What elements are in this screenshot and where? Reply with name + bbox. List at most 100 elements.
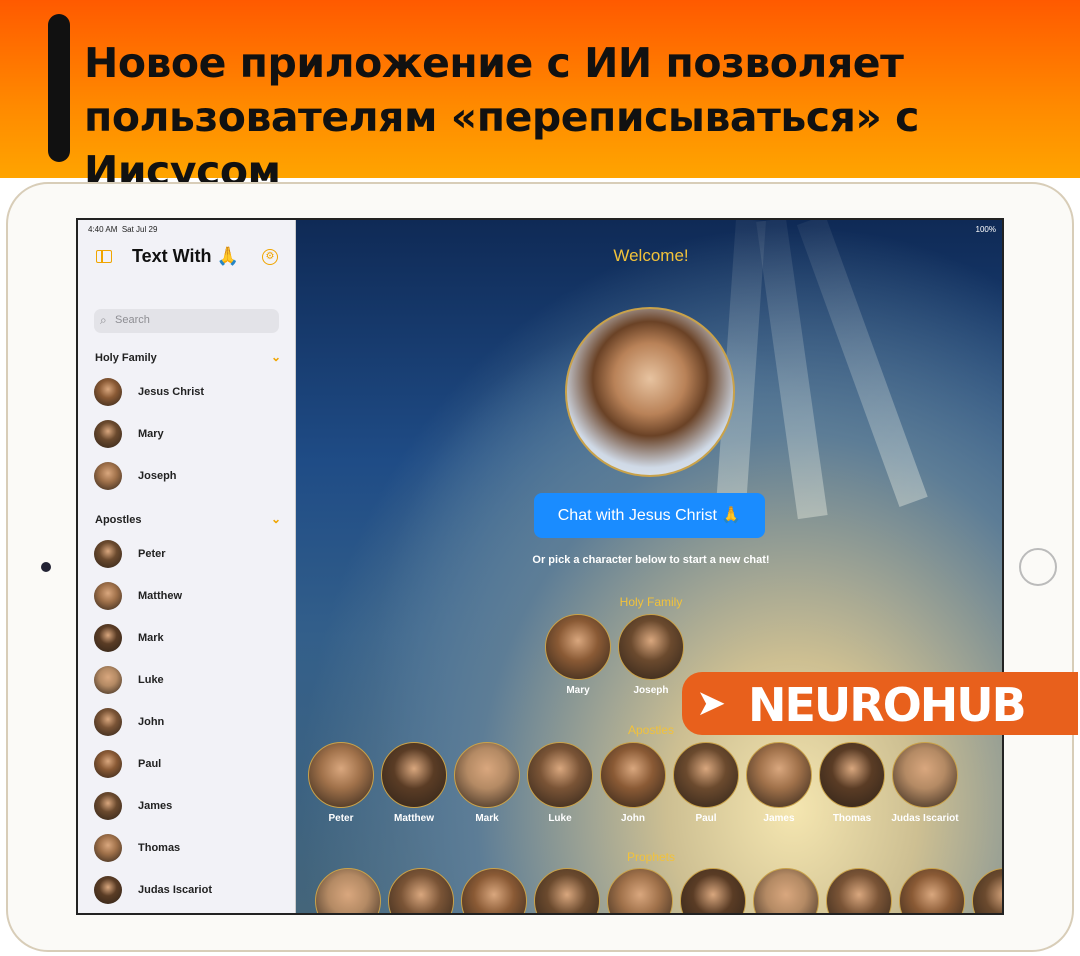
telegram-icon: ➤	[696, 682, 727, 723]
neurohub-watermark: ➤ NEUROHUB	[682, 672, 1078, 735]
sidebar-item[interactable]: Peter	[94, 538, 284, 572]
chevron-down-icon[interactable]: ⌄	[271, 350, 281, 364]
character-card[interactable]	[679, 868, 747, 913]
character-card[interactable]	[314, 868, 382, 913]
app-title: Text With 🙏	[132, 246, 239, 266]
character-avatar[interactable]	[527, 742, 593, 808]
character-avatar[interactable]	[315, 868, 381, 913]
character-avatar[interactable]	[618, 614, 684, 680]
character-name: John	[621, 813, 645, 824]
character-avatar[interactable]	[388, 868, 454, 913]
jesus-portrait[interactable]	[565, 307, 735, 477]
pick-hint: Or pick a character below to start a new…	[532, 554, 770, 566]
sidebar-item[interactable]: Thomas	[94, 832, 284, 866]
character-card[interactable]	[971, 868, 1002, 913]
sidebar-item-label: Luke	[138, 674, 164, 686]
sidebar-item-label: Matthew	[138, 590, 182, 602]
sidebar-item[interactable]: Judas Iscariot	[94, 874, 284, 908]
character-card[interactable]: Matthew	[380, 742, 448, 824]
sidebar-item[interactable]: James	[94, 790, 284, 824]
sidebar-item[interactable]: Luke	[94, 664, 284, 698]
avatar	[94, 582, 122, 610]
character-avatar[interactable]	[461, 868, 527, 913]
character-avatar[interactable]	[899, 868, 965, 913]
character-name: Paul	[695, 813, 717, 824]
character-avatar[interactable]	[607, 868, 673, 913]
search-input[interactable]: ⌕ Search	[94, 309, 279, 333]
character-card[interactable]: John	[599, 742, 667, 824]
character-name: Judas Iscariot	[891, 813, 959, 824]
settings-icon[interactable]: ⚙	[262, 249, 278, 265]
character-avatar[interactable]	[600, 742, 666, 808]
app-screen: 4:40 AM Sat Jul 29 Text With 🙏 ⚙ ⌕ Search…	[76, 218, 1004, 915]
camera	[41, 562, 51, 572]
sidebar-item-label: Mary	[138, 428, 164, 440]
character-name: Peter	[328, 813, 354, 824]
character-card[interactable]: Luke	[526, 742, 594, 824]
chevron-down-icon[interactable]: ⌄	[271, 512, 281, 526]
home-button[interactable]	[1019, 548, 1057, 586]
welcome-title: Welcome!	[613, 246, 689, 265]
sidebar-item[interactable]: John	[94, 706, 284, 740]
character-name: Matthew	[394, 813, 434, 824]
character-avatar[interactable]	[673, 742, 739, 808]
sidebar-item-label: James	[138, 800, 173, 812]
character-avatar[interactable]	[308, 742, 374, 808]
chat-with-jesus-button[interactable]: Chat with Jesus Christ 🙏	[534, 493, 765, 538]
sidebar-section-header[interactable]: Holy Family ⌄	[95, 350, 281, 364]
sidebar-item-label: Jesus Christ	[138, 386, 205, 398]
group-title: Holy Family	[619, 595, 683, 609]
sidebar-section-header[interactable]: Apostles ⌄	[95, 512, 281, 526]
character-card[interactable]	[387, 868, 455, 913]
character-card[interactable]: Mary	[544, 614, 612, 696]
character-avatar[interactable]	[819, 742, 885, 808]
avatar	[94, 378, 122, 406]
sidebar-item-label: Paul	[138, 758, 162, 770]
character-avatar[interactable]	[753, 868, 819, 913]
sidebar-item-label: Peter	[138, 548, 166, 560]
avatar	[94, 708, 122, 736]
avatar	[94, 624, 122, 652]
headline-banner: Новое приложение с ИИ позволяет пользова…	[0, 0, 1080, 195]
character-card[interactable]: Joseph	[617, 614, 685, 696]
character-card[interactable]	[898, 868, 966, 913]
character-avatar[interactable]	[545, 614, 611, 680]
sidebar-item[interactable]: Jesus Christ	[94, 376, 284, 410]
sidebar-item[interactable]: Mary	[94, 418, 284, 452]
character-name: Thomas	[832, 813, 872, 824]
character-card[interactable]	[533, 868, 601, 913]
character-card[interactable]	[825, 868, 893, 913]
character-card[interactable]	[460, 868, 528, 913]
avatar	[94, 834, 122, 862]
character-avatar[interactable]	[892, 742, 958, 808]
character-card[interactable]: Judas Iscariot	[891, 742, 959, 824]
character-avatar[interactable]	[381, 742, 447, 808]
sidebar-item-label: Thomas	[138, 842, 181, 854]
battery-status: 100%	[975, 225, 996, 234]
character-name: James	[763, 813, 795, 824]
sidebar-item-label: Mark	[138, 632, 164, 644]
character-avatar[interactable]	[680, 868, 746, 913]
character-card[interactable]: Mark	[453, 742, 521, 824]
character-avatar[interactable]	[746, 742, 812, 808]
avatar	[94, 462, 122, 490]
character-name: Mark	[475, 813, 499, 824]
character-card[interactable]: Paul	[672, 742, 740, 824]
sidebar-item[interactable]: Joseph	[94, 460, 284, 494]
sidebar-item[interactable]: Mark	[94, 622, 284, 656]
avatar	[94, 750, 122, 778]
sidebar-toggle-icon[interactable]	[96, 250, 112, 263]
character-card[interactable]: Thomas	[818, 742, 886, 824]
sidebar-item[interactable]: Matthew	[94, 580, 284, 614]
group-title: Prophets	[626, 850, 676, 864]
sidebar-item[interactable]: Paul	[94, 748, 284, 782]
character-avatar[interactable]	[826, 868, 892, 913]
character-card[interactable]	[752, 868, 820, 913]
character-card[interactable]: Peter	[307, 742, 375, 824]
character-avatar[interactable]	[454, 742, 520, 808]
character-avatar[interactable]	[534, 868, 600, 913]
character-card[interactable]	[606, 868, 674, 913]
character-card[interactable]: James	[745, 742, 813, 824]
avatar	[94, 420, 122, 448]
character-avatar[interactable]	[972, 868, 1002, 913]
